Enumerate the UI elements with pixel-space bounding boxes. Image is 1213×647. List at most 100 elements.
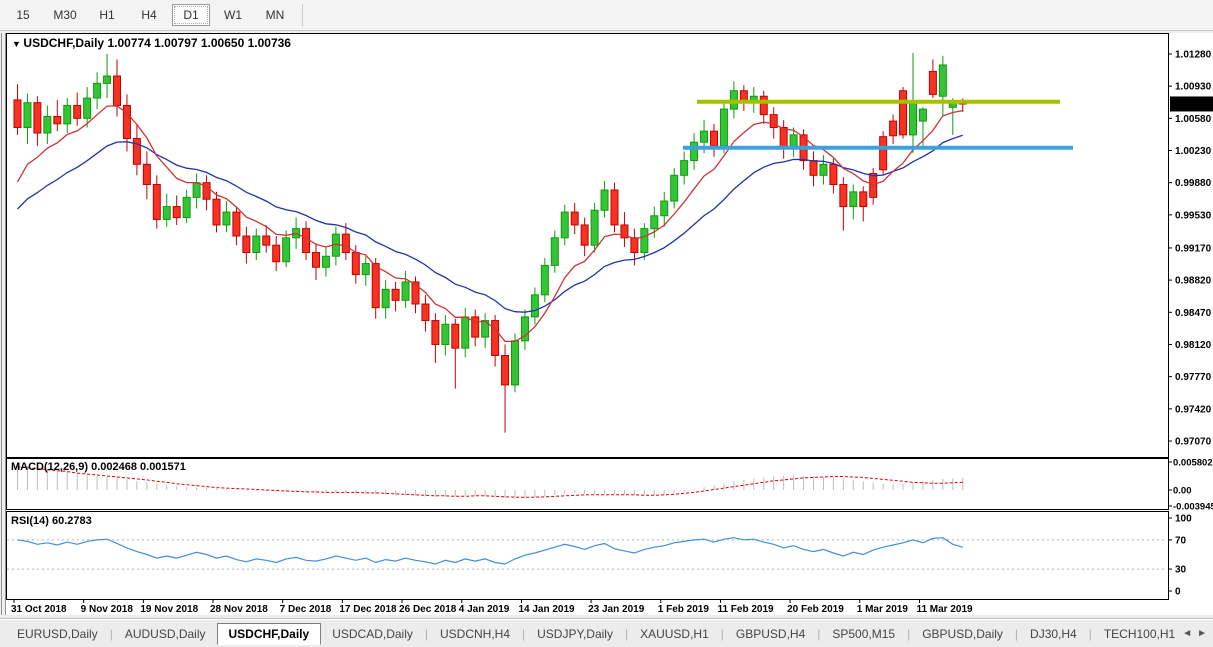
- date-label: 1 Feb 2019: [658, 604, 710, 615]
- candle-body: [540, 264, 549, 296]
- candle-body: [302, 228, 311, 254]
- chart-tab-audusd-daily[interactable]: AUDUSD,Daily: [114, 623, 217, 645]
- candle-body: [710, 130, 718, 147]
- current-price-label: 1.00736: [1174, 99, 1211, 110]
- date-label: 7 Dec 2018: [280, 604, 332, 615]
- candle-body: [371, 263, 380, 309]
- candle-body: [43, 115, 52, 134]
- candle-body: [222, 211, 231, 226]
- timeframe-button-15[interactable]: 15: [4, 4, 42, 26]
- candle-body: [938, 64, 947, 97]
- candle-body: [670, 174, 679, 202]
- candle-body: [491, 320, 500, 357]
- candle-body: [680, 160, 689, 176]
- price-tick-label: 0.98470: [1175, 308, 1212, 319]
- candle-body: [640, 228, 649, 254]
- candle-body: [192, 182, 201, 198]
- candle-body: [909, 102, 917, 136]
- timeframe-button-d1[interactable]: D1: [172, 4, 210, 26]
- chart-tab-dj30-h4[interactable]: DJ30,H4: [1019, 623, 1088, 645]
- price-tick-label: 0.98120: [1175, 340, 1212, 351]
- candle-body: [162, 206, 171, 220]
- chart-tab-xauusd-h1[interactable]: XAUUSD,H1: [629, 623, 720, 645]
- date-label: 4 Jan 2019: [459, 604, 510, 615]
- timeframe-toolbar: 15 M30 H1 H4 D1 W1 MN: [0, 0, 1213, 31]
- candle-body: [381, 288, 390, 309]
- candle-body: [401, 281, 410, 301]
- candle-body: [501, 355, 510, 386]
- candle-body: [421, 303, 430, 322]
- candle-body: [560, 211, 569, 239]
- candle-body: [73, 104, 82, 119]
- candle-body: [600, 189, 609, 211]
- timeframe-button-h4[interactable]: H4: [130, 4, 168, 26]
- price-tick-label: 1.00580: [1175, 114, 1212, 125]
- date-label: 26 Dec 2018: [399, 604, 457, 615]
- timeframe-button-h1[interactable]: H1: [88, 4, 126, 26]
- price-tick-label: 0.97770: [1175, 372, 1212, 383]
- rsi-tick-label: 100: [1175, 514, 1192, 525]
- macd-tick-label: 0.005802: [1173, 457, 1213, 468]
- timeframe-button-w1[interactable]: W1: [214, 4, 252, 26]
- price-tick-label: 0.99170: [1175, 243, 1212, 254]
- candle-body: [630, 237, 639, 254]
- candle-body: [918, 108, 927, 122]
- chart-tab-sp500-m15[interactable]: SP500,M15: [821, 623, 906, 645]
- candle-body: [809, 160, 818, 176]
- candle-body: [63, 104, 72, 125]
- candle-body: [610, 189, 619, 226]
- candle-body: [849, 191, 858, 208]
- candle-body: [351, 252, 360, 276]
- rsi-panel[interactable]: [6, 511, 1169, 600]
- chart-tab-eurusd-daily[interactable]: EURUSD,Daily: [6, 623, 109, 645]
- candle-body: [869, 172, 878, 198]
- candle-body: [341, 233, 350, 254]
- candle-body: [172, 206, 181, 219]
- candle-body: [879, 136, 888, 171]
- candle-body: [829, 163, 838, 186]
- candle-body: [132, 138, 141, 165]
- date-label: 11 Mar 2019: [916, 604, 973, 615]
- candle-body: [391, 288, 400, 301]
- candle-body: [700, 130, 709, 143]
- tab-scroll-right-icon[interactable]: ►: [1197, 628, 1207, 639]
- candle-body: [113, 75, 121, 106]
- candle-body: [23, 102, 32, 129]
- tab-scroll-left-icon[interactable]: ◄: [1182, 628, 1192, 639]
- rsi-tick-label: 0: [1175, 587, 1181, 598]
- chart-tab-usdcnh-h4[interactable]: USDCNH,H4: [429, 623, 521, 645]
- chart-tab-tech100-h1[interactable]: TECH100,H1: [1093, 623, 1186, 645]
- candle-body: [451, 323, 460, 349]
- candle-body: [511, 340, 519, 386]
- price-tick-label: 0.97070: [1175, 437, 1212, 448]
- date-label: 11 Feb 2019: [717, 604, 774, 615]
- candle-body: [152, 184, 161, 220]
- chart-tab-usdcad-daily[interactable]: USDCAD,Daily: [321, 623, 424, 645]
- chart-tab-usdchf-daily[interactable]: USDCHF,Daily: [216, 622, 322, 645]
- candle-body: [719, 108, 728, 147]
- chart-area[interactable]: 1.01280 1.00930 1.00580 1.00230 0.99880 0.995…: [0, 30, 1213, 621]
- chart-tab-gbpusd-daily[interactable]: GBPUSD,Daily: [911, 623, 1014, 645]
- timeframe-button-m30[interactable]: M30: [46, 4, 84, 26]
- price-tick-label: 0.99880: [1175, 178, 1212, 189]
- chart-tabs: EURUSD,Daily | AUDUSD,Daily USDCHF,Daily USD…: [0, 619, 1213, 647]
- candle-body: [859, 191, 868, 208]
- date-label: 20 Feb 2019: [787, 604, 844, 615]
- candle-body: [321, 255, 330, 268]
- timeframe-button-mn[interactable]: MN: [256, 4, 294, 26]
- candle-body: [312, 252, 320, 268]
- candle-body: [272, 244, 281, 263]
- date-label: 14 Jan 2019: [518, 604, 575, 615]
- candle-body: [899, 90, 908, 136]
- candle-body: [530, 294, 539, 318]
- price-tick-label: 0.98820: [1175, 276, 1212, 287]
- chart-tab-usdjpy-daily[interactable]: USDJPY,Daily: [526, 623, 624, 645]
- macd-tick-label: 0.00: [1173, 486, 1192, 497]
- candle-body: [431, 320, 440, 345]
- chart-tab-gbpusd-h4[interactable]: GBPUSD,H4: [725, 623, 816, 645]
- symbol-dropdown-icon: ▼: [12, 39, 23, 49]
- rsi-label: RSI(14) 60.2783: [11, 515, 92, 527]
- candle-body: [769, 114, 778, 129]
- candle-body: [142, 163, 151, 186]
- price-tick-label: 1.00230: [1175, 146, 1212, 157]
